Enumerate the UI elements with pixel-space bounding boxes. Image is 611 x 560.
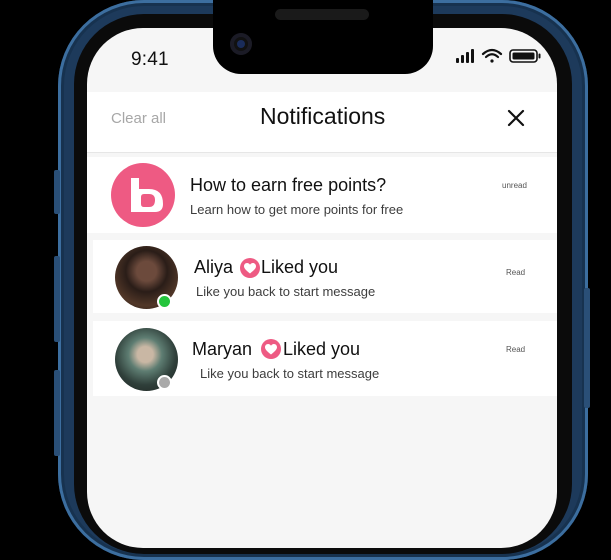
front-camera (230, 33, 252, 55)
notification-status: Read (506, 345, 526, 354)
online-status-indicator (157, 294, 172, 309)
brand-logo-icon (111, 163, 175, 227)
notification-status: unread (502, 181, 527, 190)
speaker-grille (275, 9, 369, 20)
notification-title: How to earn free points? (190, 175, 387, 195)
phone-volume-up (54, 256, 60, 342)
page-title: Notifications (260, 103, 386, 129)
notification-subtitle: Like you back to start message (196, 284, 376, 299)
notification-action: Liked you (261, 257, 339, 277)
phone-mute-switch (54, 170, 60, 214)
notification-sender-name: Aliya (194, 257, 234, 277)
heart-icon (240, 258, 260, 278)
notification-subtitle: Like you back to start message (200, 366, 380, 381)
notification-status: Read (506, 268, 526, 277)
heart-icon (261, 339, 281, 359)
offline-status-indicator (157, 375, 172, 390)
notification-action: Liked you (283, 339, 361, 359)
battery-icon (509, 49, 541, 63)
phone-power-button (584, 288, 590, 408)
phone-volume-down (54, 370, 60, 456)
notification-sender-name: Maryan (192, 339, 253, 359)
status-time: 9:41 (131, 49, 169, 70)
wifi-icon (481, 48, 503, 63)
clear-all-button[interactable]: Clear all (111, 110, 166, 127)
cellular-signal-icon (456, 49, 474, 63)
notification-subtitle: Learn how to get more points for free (190, 202, 404, 217)
status-icons (456, 48, 541, 63)
close-icon[interactable] (502, 104, 530, 132)
